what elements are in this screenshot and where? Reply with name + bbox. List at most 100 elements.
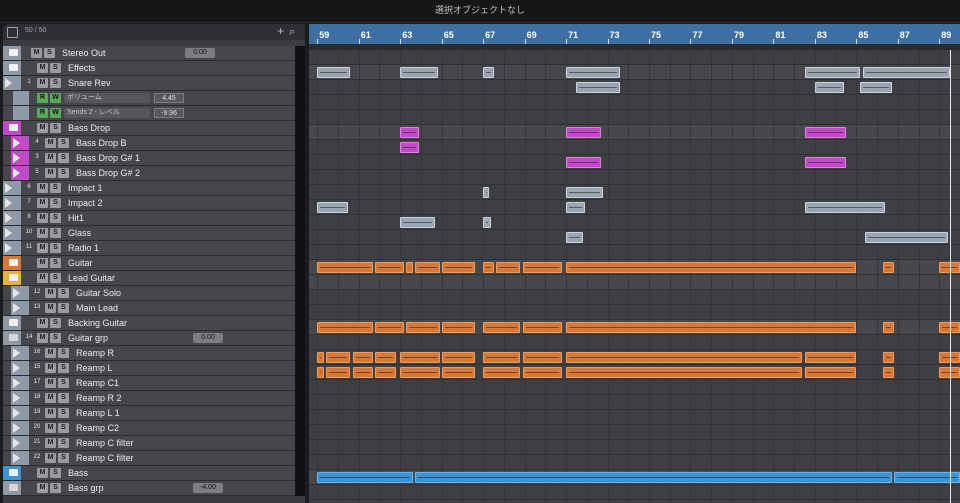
event-lane[interactable] (309, 155, 960, 170)
expand-arrow-icon[interactable] (13, 393, 20, 403)
track-name[interactable]: Reamp R 2 (76, 393, 122, 403)
audio-event[interactable] (566, 367, 803, 378)
solo-button[interactable]: S (58, 288, 69, 298)
audio-event[interactable] (375, 322, 405, 333)
solo-button[interactable]: S (58, 363, 69, 373)
add-track-button[interactable]: + (277, 24, 284, 38)
track-row[interactable]: M S Bass grp -4.00 (3, 481, 305, 496)
read-automation-button[interactable]: R (37, 93, 48, 103)
track-volume-value[interactable]: -4.00 (193, 483, 223, 493)
audio-event[interactable] (441, 367, 475, 378)
mute-button[interactable]: M (37, 228, 48, 238)
audio-event[interactable] (864, 232, 948, 243)
write-automation-button[interactable]: W (50, 93, 61, 103)
event-lane[interactable] (309, 485, 960, 500)
event-lane[interactable] (309, 395, 960, 410)
mute-button[interactable]: M (45, 168, 56, 178)
mute-button[interactable]: M (45, 378, 56, 388)
audio-event[interactable] (375, 352, 397, 363)
track-name[interactable]: Bass (68, 468, 88, 478)
track-row[interactable]: M S Backing Guitar (3, 316, 305, 331)
track-row[interactable]: 12 M S Guitar Solo (3, 286, 305, 301)
automation-value[interactable]: 4.45 (154, 93, 184, 103)
mute-button[interactable]: M (37, 198, 48, 208)
event-lane[interactable] (309, 425, 960, 440)
audio-event[interactable] (317, 352, 324, 363)
track-name[interactable]: Bass Drop G# 2 (76, 168, 140, 178)
expand-arrow-icon[interactable] (13, 363, 20, 373)
audio-event[interactable] (483, 367, 521, 378)
track-name[interactable]: Stereo Out (62, 48, 106, 58)
mute-button[interactable]: M (45, 348, 56, 358)
audio-event[interactable] (883, 367, 894, 378)
expand-arrow-icon[interactable] (5, 243, 12, 253)
audio-event[interactable] (566, 157, 602, 168)
automation-parameter-selector[interactable]: Sends 2 - レベル (64, 108, 150, 118)
track-name[interactable]: Bass grp (68, 483, 104, 493)
solo-button[interactable]: S (58, 138, 69, 148)
audio-event[interactable] (883, 322, 894, 333)
event-lane[interactable] (309, 335, 960, 350)
audio-event[interactable] (400, 67, 438, 78)
track-name[interactable]: Glass (68, 228, 91, 238)
mute-button[interactable]: M (37, 123, 48, 133)
audio-event[interactable] (400, 142, 419, 153)
event-lane[interactable] (309, 290, 960, 305)
event-lane[interactable] (309, 380, 960, 395)
audio-event[interactable] (566, 202, 585, 213)
audio-event[interactable] (495, 262, 521, 273)
mute-button[interactable]: M (37, 258, 48, 268)
audio-event[interactable] (804, 202, 886, 213)
solo-button[interactable]: S (50, 198, 61, 208)
search-tracks-icon[interactable]: ⌕ (289, 26, 295, 39)
solo-button[interactable]: S (50, 183, 61, 193)
audio-event[interactable] (804, 67, 861, 78)
mute-button[interactable]: M (37, 213, 48, 223)
track-row[interactable]: M S Stereo Out 0.00 (3, 46, 305, 61)
mute-button[interactable]: M (45, 153, 56, 163)
track-row[interactable]: 17 M S Reamp C1 (3, 376, 305, 391)
mute-button[interactable]: M (45, 393, 56, 403)
expand-arrow-icon[interactable] (13, 153, 20, 163)
track-name[interactable]: Reamp C1 (76, 378, 119, 388)
track-name[interactable]: Lead Guitar (68, 273, 115, 283)
event-lane[interactable] (309, 275, 960, 290)
track-row[interactable]: 1 M S Snare Rev (3, 76, 305, 91)
mute-button[interactable]: M (45, 303, 56, 313)
track-row[interactable]: 8 M S Hit1 (3, 211, 305, 226)
track-row[interactable]: 7 M S Impact 2 (3, 196, 305, 211)
expand-arrow-icon[interactable] (13, 453, 20, 463)
track-name[interactable]: Guitar (68, 258, 93, 268)
track-row[interactable]: 3 M S Bass Drop G# 1 (3, 151, 305, 166)
track-row[interactable]: M S Guitar (3, 256, 305, 271)
track-row[interactable]: 11 M S Radio 1 (3, 241, 305, 256)
audio-event[interactable] (325, 352, 351, 363)
solo-button[interactable]: S (50, 333, 61, 343)
read-automation-button[interactable]: R (37, 108, 48, 118)
solo-button[interactable]: S (58, 423, 69, 433)
audio-event[interactable] (317, 262, 374, 273)
folder-icon[interactable] (9, 64, 18, 71)
track-name[interactable]: Impact 2 (68, 198, 103, 208)
event-lane[interactable] (309, 110, 960, 125)
track-name[interactable]: Guitar Solo (76, 288, 121, 298)
mute-button[interactable]: M (37, 63, 48, 73)
audio-event[interactable] (483, 322, 521, 333)
event-lane[interactable] (309, 185, 960, 200)
solo-button[interactable]: S (50, 123, 61, 133)
mute-button[interactable]: M (37, 243, 48, 253)
solo-button[interactable]: S (44, 48, 55, 58)
mute-button[interactable]: M (45, 363, 56, 373)
track-name[interactable]: Hit1 (68, 213, 84, 223)
track-name[interactable]: Reamp R (76, 348, 114, 358)
solo-button[interactable]: S (58, 348, 69, 358)
audio-event[interactable] (317, 67, 351, 78)
playhead-cursor[interactable] (950, 50, 951, 503)
audio-event[interactable] (352, 367, 374, 378)
audio-event[interactable] (883, 262, 894, 273)
track-name[interactable]: Reamp C filter (76, 453, 134, 463)
track-name[interactable]: Snare Rev (68, 78, 111, 88)
mute-button[interactable]: M (37, 183, 48, 193)
track-name[interactable]: Backing Guitar (68, 318, 127, 328)
audio-event[interactable] (804, 157, 846, 168)
